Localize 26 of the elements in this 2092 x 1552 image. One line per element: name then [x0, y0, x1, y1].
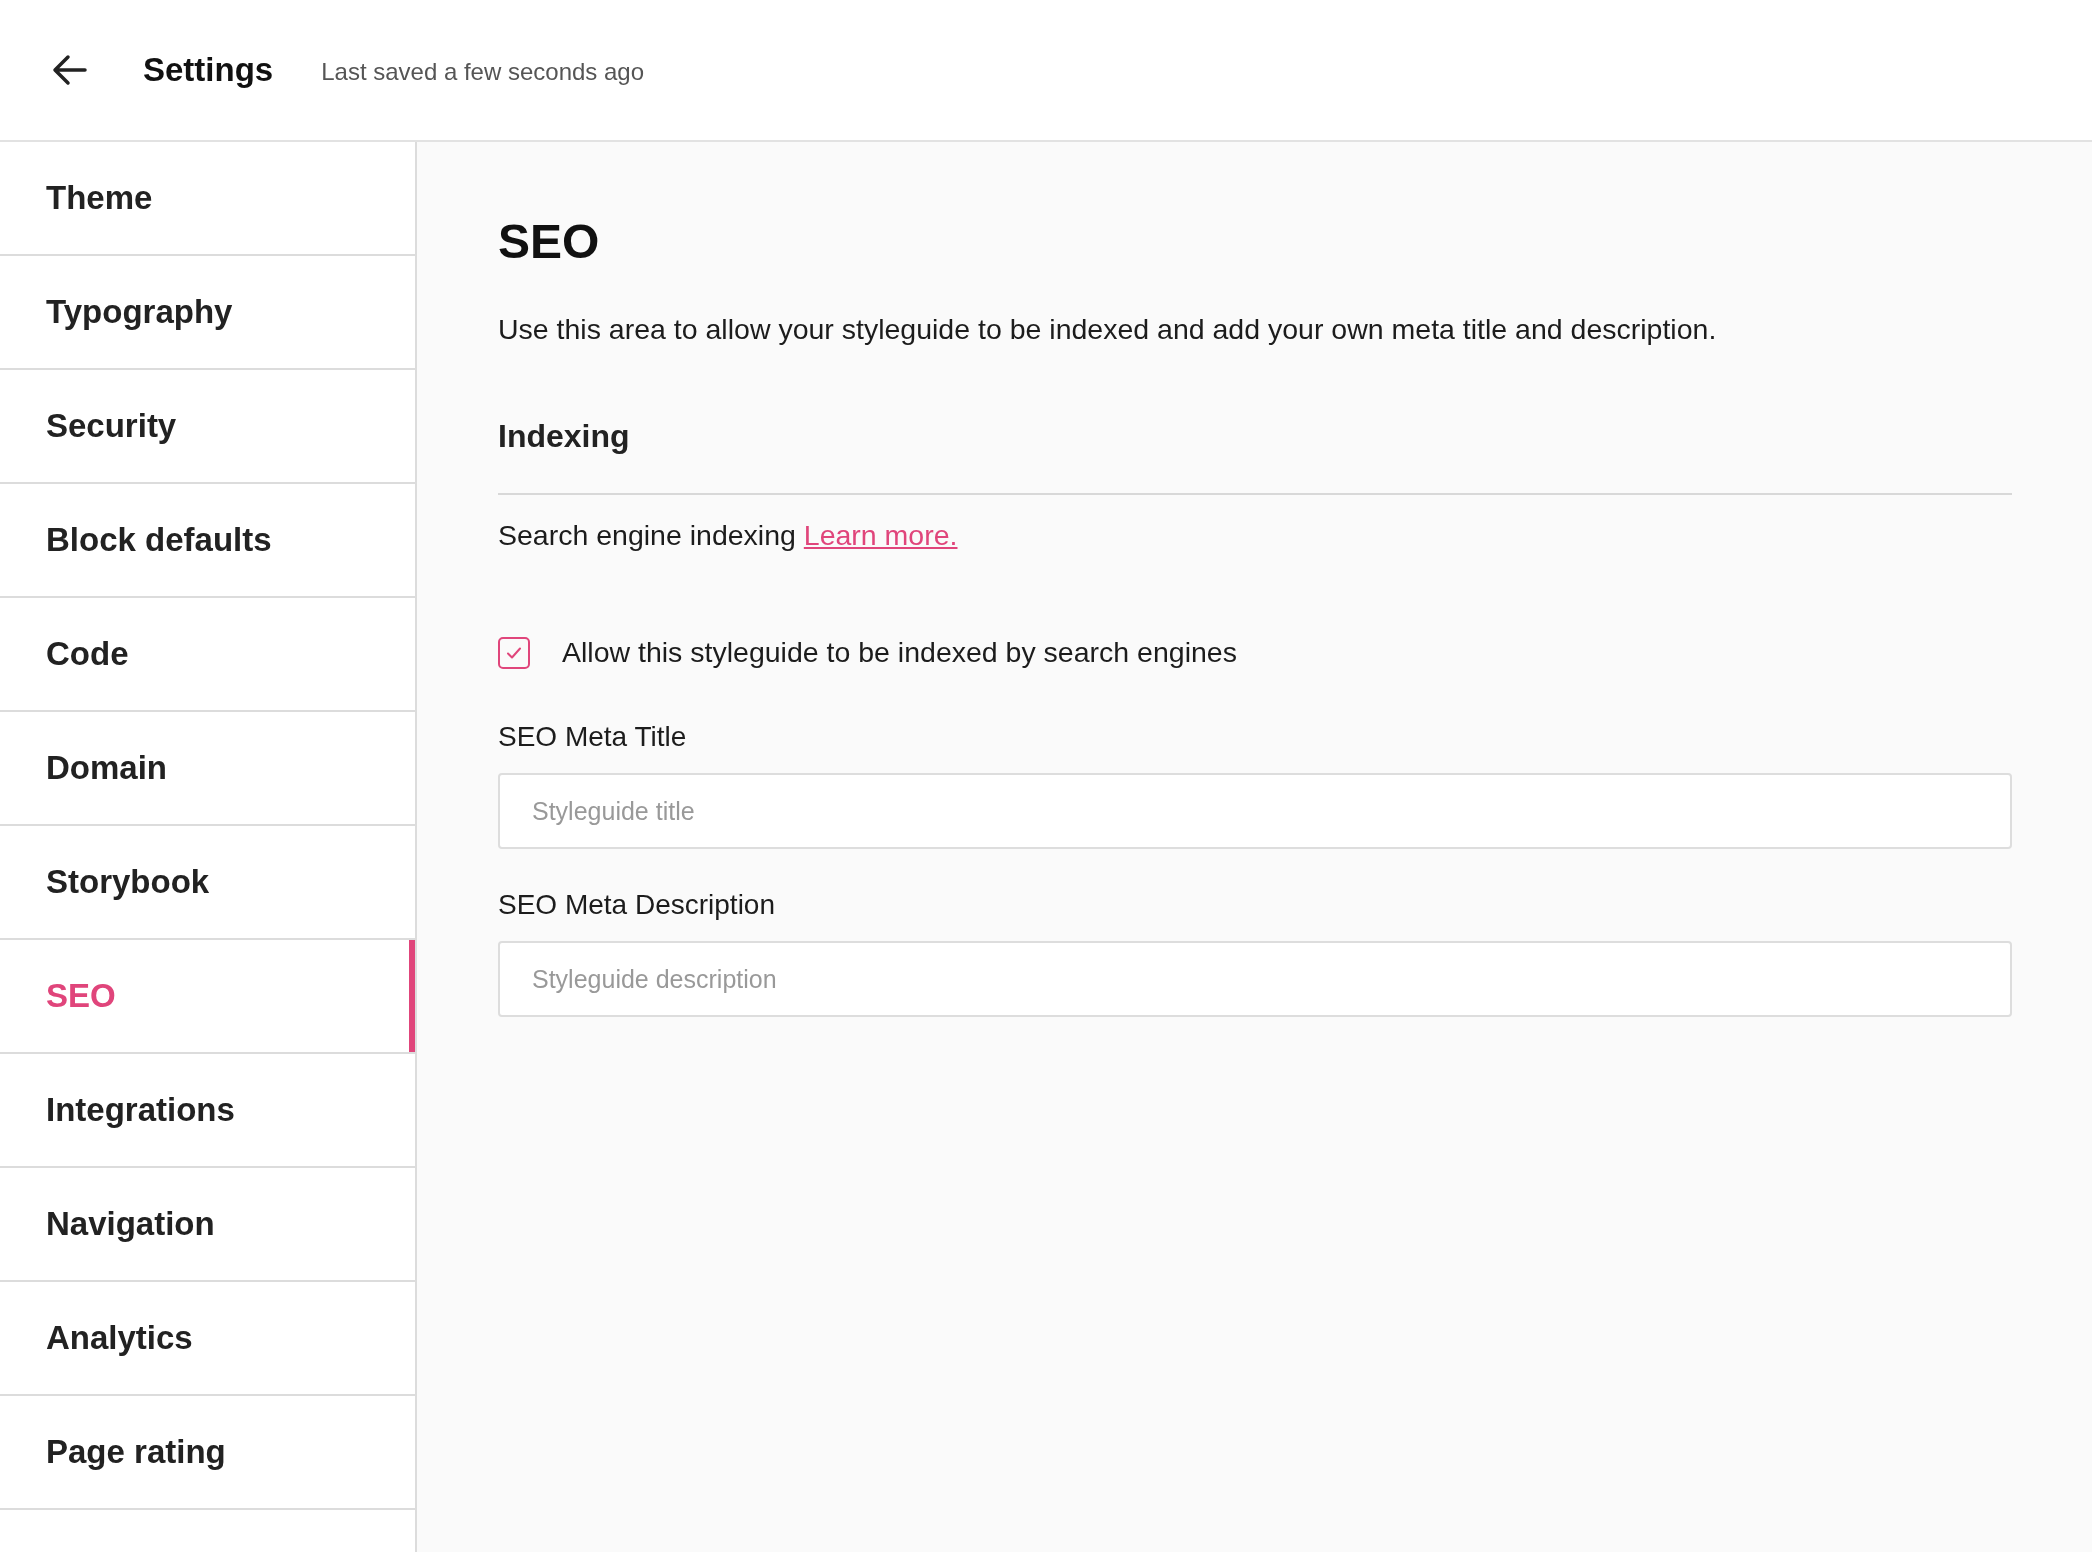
sidebar-item[interactable]: Security	[0, 370, 415, 484]
page-title: Settings	[143, 51, 274, 89]
field-label: SEO Meta Title	[498, 721, 688, 753]
sidebar-item[interactable]: Analytics	[0, 1282, 415, 1396]
sidebar-item[interactable]: Typography	[0, 256, 415, 370]
field-label: SEO Meta Description	[498, 889, 776, 921]
sidebar-item[interactable]: SEO	[0, 940, 415, 1054]
checkbox-label: Allow this styleguide to be indexed by search engines	[562, 636, 1237, 669]
section-title: SEO	[498, 214, 601, 269]
checkbox[interactable]	[498, 636, 530, 669]
indexing-heading: Indexing	[498, 418, 631, 455]
learn-more-link[interactable]: Learn more.	[803, 519, 958, 551]
intro-text: Use this area to allow your styleguide to be indexed and add your own meta title and description.	[498, 313, 1718, 346]
save-status: Last saved a few seconds ago	[321, 58, 645, 86]
sidebar-item[interactable]: Page rating	[0, 1396, 415, 1510]
back-arrow-icon[interactable]	[52, 54, 88, 86]
sidebar-item[interactable]: Integrations	[0, 1054, 415, 1168]
input-field[interactable]: Styleguide title	[498, 773, 2012, 849]
sidebar-item[interactable]: Storybook	[0, 826, 415, 940]
sidebar-item[interactable]: Theme	[0, 142, 415, 256]
input-field[interactable]: Styleguide description	[498, 941, 2012, 1017]
sidebar-item[interactable]: Code	[0, 598, 415, 712]
sidebar-item[interactable]: Domain	[0, 712, 415, 826]
sidebar-item[interactable]: Navigation	[0, 1168, 415, 1282]
sidebar-item[interactable]: Block defaults	[0, 484, 415, 598]
indexing-text: Search engine indexing Learn more.	[498, 519, 959, 552]
